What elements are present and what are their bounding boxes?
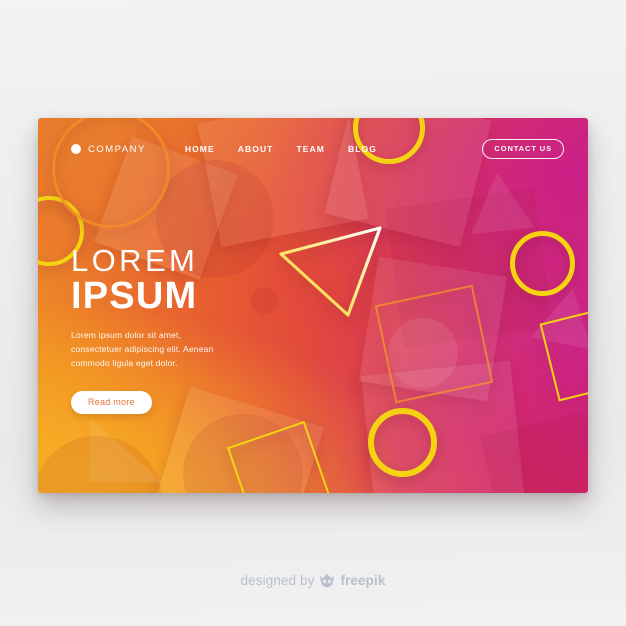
- hero-paragraph: Lorem ipsum dolor sit amet, consectetuer…: [71, 330, 214, 369]
- card-gradient-surface: COMPANY HOME ABOUT TEAM BLOG CONTACT US …: [38, 118, 588, 493]
- brand[interactable]: COMPANY: [71, 144, 146, 155]
- nav-link-about[interactable]: ABOUT: [238, 144, 274, 154]
- contact-us-button[interactable]: CONTACT US: [482, 139, 564, 159]
- nav-link-team[interactable]: TEAM: [296, 144, 324, 154]
- freepik-crown-face-icon: [319, 573, 335, 588]
- designed-by-credit: designed by freepik: [0, 573, 626, 588]
- square-outline-center-faint: [374, 284, 494, 404]
- triangle-outline-hero: [279, 226, 382, 317]
- brand-label: COMPANY: [88, 143, 146, 155]
- title-line-light: LOREM: [71, 243, 199, 278]
- ring-outline-bottom-center: [368, 408, 437, 477]
- ring-outline-right: [510, 231, 575, 296]
- credit-prefix: designed by: [240, 573, 315, 588]
- title-line-bold: IPSUM: [71, 274, 198, 317]
- hero-section: LOREM IPSUM Lorem ipsum dolor sit amet, …: [71, 243, 276, 415]
- landing-page-card: COMPANY HOME ABOUT TEAM BLOG CONTACT US …: [38, 118, 588, 493]
- circle-dot-icon: [71, 144, 81, 154]
- nav-links: HOME ABOUT TEAM BLOG: [185, 144, 377, 154]
- read-more-button[interactable]: Read more: [71, 390, 152, 415]
- nav-link-blog[interactable]: BLOG: [348, 144, 377, 154]
- nav-link-home[interactable]: HOME: [185, 144, 215, 154]
- page-title: LOREM IPSUM: [71, 243, 276, 317]
- navbar: COMPANY HOME ABOUT TEAM BLOG CONTACT US: [38, 137, 588, 161]
- freepik-brand-label: freepik: [340, 573, 386, 588]
